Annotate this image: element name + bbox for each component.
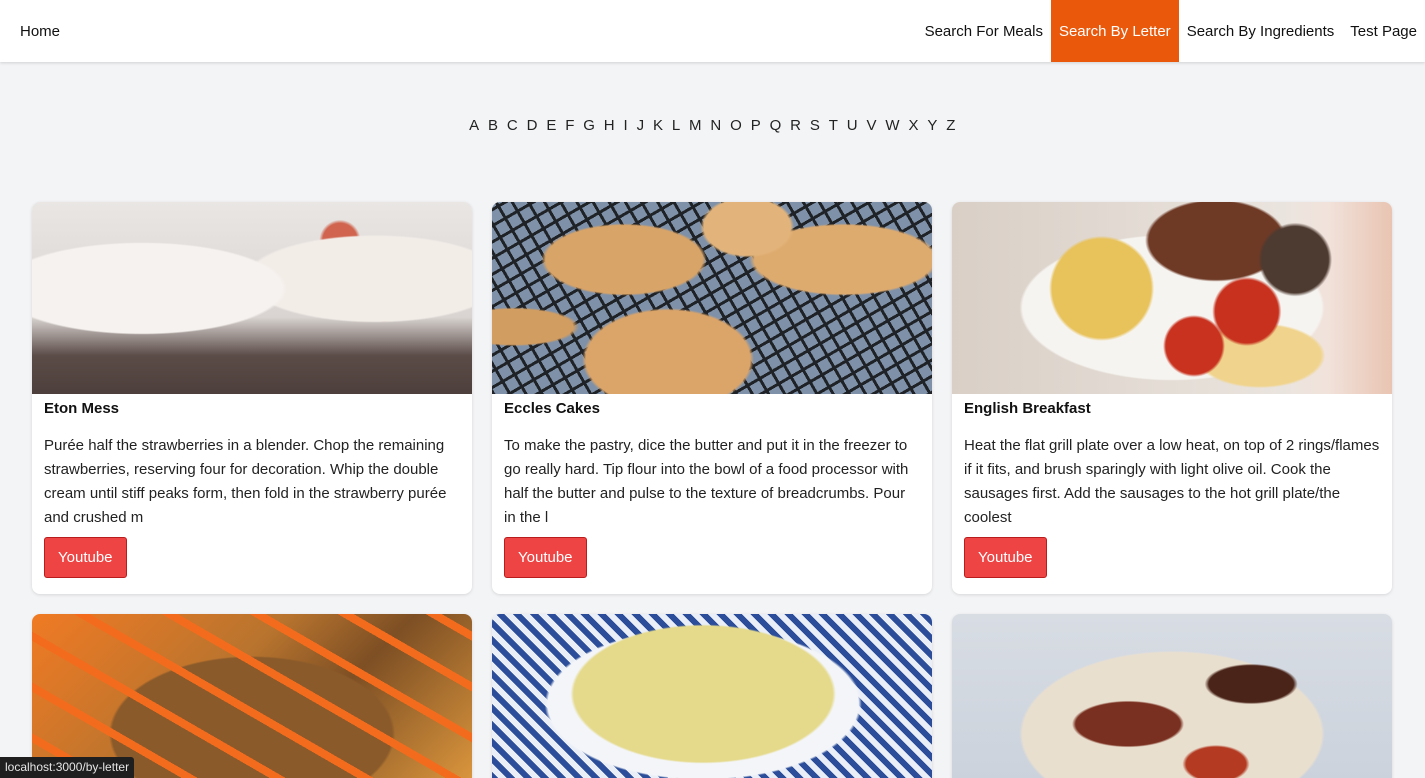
letter-link-x[interactable]: X (904, 117, 923, 134)
letter-link-d[interactable]: D (522, 117, 542, 134)
youtube-button[interactable]: Youtube (504, 537, 587, 578)
meal-description: To make the pastry, dice the butter and … (504, 437, 909, 526)
letter-link-e[interactable]: E (542, 117, 561, 134)
meal-image[interactable] (32, 202, 472, 394)
meal-title: Eton Mess (44, 400, 120, 417)
letter-link-b[interactable]: B (484, 117, 503, 134)
browser-status-url: localhost:3000/by-letter (0, 757, 135, 778)
meal-image[interactable] (492, 202, 932, 394)
meal-card (952, 614, 1392, 778)
meal-card: Eton Mess Purée half the strawberries in… (32, 202, 472, 594)
meal-card: Eccles Cakes To make the pastry, dice th… (492, 202, 932, 594)
meal-card (32, 614, 472, 778)
letter-link-g[interactable]: G (579, 117, 600, 134)
letter-link-l[interactable]: L (668, 117, 685, 134)
letter-link-p[interactable]: P (747, 117, 766, 134)
meal-title: English Breakfast (964, 400, 1091, 417)
letter-link-n[interactable]: N (706, 117, 726, 134)
letter-link-r[interactable]: R (786, 117, 806, 134)
letter-link-c[interactable]: C (503, 117, 523, 134)
letter-link-q[interactable]: Q (765, 117, 786, 134)
nav-links: Search For Meals Search By Letter Search… (917, 0, 1425, 62)
nav-home-link[interactable]: Home (0, 0, 60, 62)
nav-search-for-meals[interactable]: Search For Meals (917, 0, 1051, 62)
meal-card: English Breakfast Heat the flat grill pl… (952, 202, 1392, 594)
nav-search-by-letter[interactable]: Search By Letter (1050, 0, 1179, 62)
letter-link-m[interactable]: M (685, 117, 706, 134)
meal-description: Purée half the strawberries in a blender… (44, 437, 447, 526)
top-navbar: Home Search For Meals Search By Letter S… (0, 0, 1425, 62)
letter-link-u[interactable]: U (843, 117, 863, 134)
meal-card (492, 614, 932, 778)
letter-link-i[interactable]: I (619, 117, 632, 134)
letter-link-k[interactable]: K (649, 117, 668, 134)
meal-description: Heat the flat grill plate over a low hea… (964, 437, 1380, 526)
letter-link-z[interactable]: Z (942, 117, 960, 134)
letter-link-y[interactable]: Y (923, 117, 942, 134)
meal-title: Eccles Cakes (504, 400, 600, 417)
letter-link-w[interactable]: W (881, 117, 904, 134)
letter-link-t[interactable]: T (825, 117, 843, 134)
meal-image[interactable] (492, 614, 932, 778)
letter-link-h[interactable]: H (600, 117, 620, 134)
letter-link-f[interactable]: F (561, 117, 579, 134)
letter-link-v[interactable]: V (862, 117, 881, 134)
nav-search-by-ingredients[interactable]: Search By Ingredients (1179, 0, 1343, 62)
nav-test-page[interactable]: Test Page (1342, 0, 1425, 62)
letter-link-s[interactable]: S (806, 117, 825, 134)
letter-link-a[interactable]: A (465, 117, 484, 134)
youtube-button[interactable]: Youtube (964, 537, 1047, 578)
youtube-button[interactable]: Youtube (44, 537, 127, 578)
meal-image[interactable] (952, 614, 1392, 778)
meal-image[interactable] (952, 202, 1392, 394)
letter-selector: A B C D E F G H I J K L M N O P Q R S T … (0, 117, 1425, 134)
meal-grid: Eton Mess Purée half the strawberries in… (32, 202, 1392, 778)
letter-link-j[interactable]: J (632, 117, 648, 134)
letter-link-o[interactable]: O (726, 117, 747, 134)
meal-image[interactable] (32, 614, 472, 778)
